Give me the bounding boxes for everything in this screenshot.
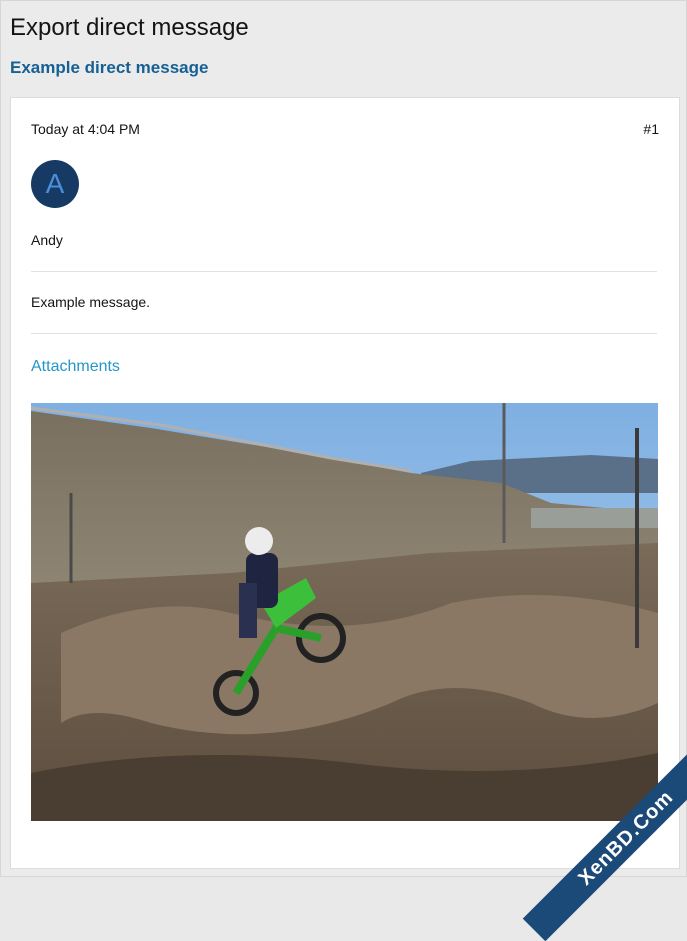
avatar: A	[31, 160, 79, 208]
message-timestamp: Today at 4:04 PM	[31, 121, 140, 137]
conversation-title-link[interactable]: Example direct message	[10, 58, 208, 78]
attachments-heading: Attachments	[31, 358, 120, 375]
attachment-image[interactable]	[31, 403, 658, 821]
message-number: #1	[643, 121, 659, 137]
author-name: Andy	[31, 232, 63, 248]
message-body: Example message.	[31, 294, 151, 310]
page-frame: Export direct message Example direct mes…	[0, 0, 687, 941]
page-title: Export direct message	[10, 14, 249, 41]
message-card: Today at 4:04 PM #1 A Andy Example messa…	[10, 97, 680, 869]
divider	[31, 333, 657, 334]
divider	[31, 271, 657, 272]
